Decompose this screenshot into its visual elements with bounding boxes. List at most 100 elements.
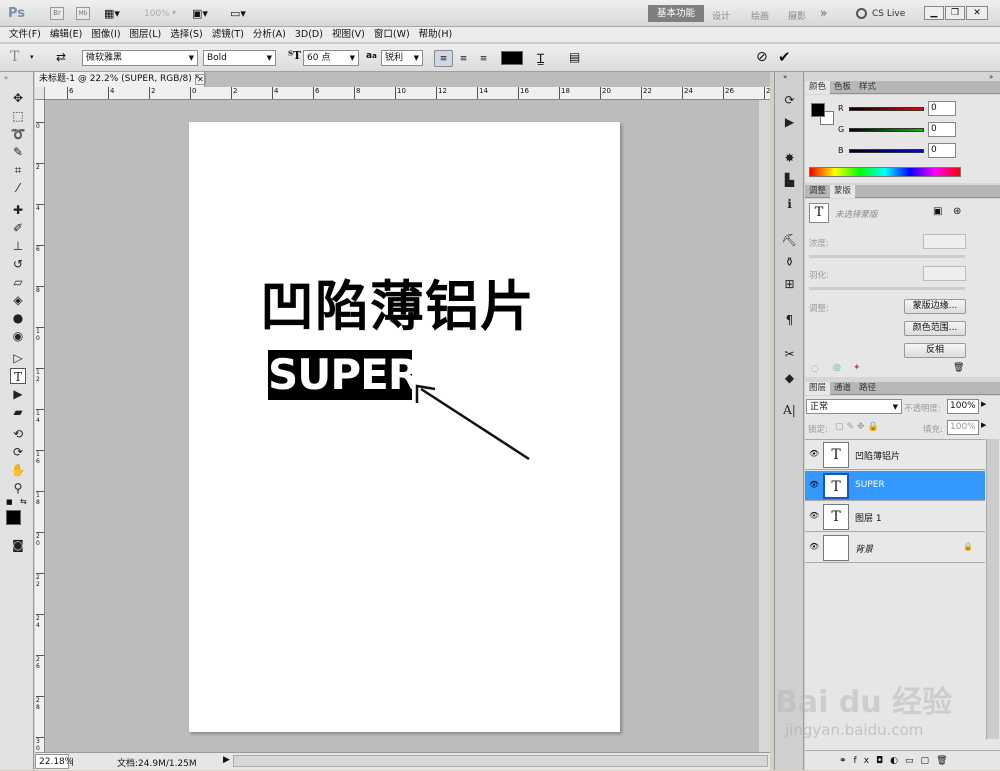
menu-edit[interactable]: 编辑(E) (50, 27, 82, 42)
eraser-tool-icon[interactable]: ▱ (10, 274, 26, 290)
visibility-eye-icon[interactable]: 👁 (809, 512, 819, 520)
toolbox-collapse-icon[interactable]: » (4, 74, 8, 82)
shape-tool-icon[interactable]: ▰ (10, 404, 26, 420)
minibridge-icon[interactable]: Mb (76, 7, 90, 20)
quick-mask-icon[interactable]: ◙ (10, 537, 26, 553)
mask-edge-button[interactable]: 蒙版边缘... (904, 299, 966, 314)
load-selection-icon[interactable]: ◌ (811, 364, 819, 374)
font-style-select[interactable]: Bold ▼ (203, 50, 276, 66)
canvas-page[interactable]: 凹陷薄铝片 SUPER (189, 122, 620, 732)
crop-tool-icon[interactable]: ⌗ (10, 162, 26, 178)
type-panel-icon[interactable]: A| (781, 402, 798, 419)
font-family-select[interactable]: 微软雅黑 ▼ (82, 50, 198, 66)
tab-color[interactable]: 颜色 (805, 81, 831, 94)
lock-icons[interactable]: ▢✎✥🔒 (835, 422, 882, 432)
screen-mode-icon[interactable]: ▭▾ (230, 7, 254, 20)
navigator-panel-icon[interactable]: ✸ (781, 150, 798, 167)
align-center-button[interactable]: ≡ (454, 50, 473, 67)
dodge-tool-icon[interactable]: ◉ (10, 328, 26, 344)
tab-paths[interactable]: 路径 (855, 382, 880, 395)
add-mask-icon[interactable]: ◘ (876, 756, 890, 766)
delete-mask-icon[interactable]: 🗑 (953, 363, 964, 373)
cslive-button[interactable]: CS Live (872, 9, 905, 19)
commit-edit-icon[interactable]: ✔ (778, 48, 791, 66)
delete-layer-icon[interactable]: 🗑 (936, 756, 954, 766)
quick-selection-tool-icon[interactable]: ✎ (10, 144, 26, 160)
vector-mask-icon[interactable]: ⊛ (953, 206, 961, 217)
fg-color-chip[interactable] (811, 103, 825, 117)
tab-layers[interactable]: 图层 (805, 382, 831, 395)
align-left-button[interactable]: ≡ (434, 50, 453, 67)
menu-layer[interactable]: 图层(L) (130, 27, 162, 42)
workspace-painting-button[interactable]: 绘画 (751, 9, 769, 22)
history-brush-tool-icon[interactable]: ↺ (10, 256, 26, 272)
blur-tool-icon[interactable]: ● (10, 310, 26, 326)
channel-b-input[interactable]: 0 (928, 143, 956, 158)
channel-g-input[interactable]: 0 (928, 122, 956, 137)
headline-text[interactable]: 凹陷薄铝片 (260, 277, 535, 337)
more-workspaces-button[interactable]: » (820, 6, 827, 20)
layer-row[interactable]: 👁 背景 🔒 (805, 533, 985, 563)
pixel-mask-icon[interactable]: ▣ (933, 206, 942, 217)
text-color-swatch[interactable] (501, 51, 523, 65)
link-layers-icon[interactable]: ⚭ (839, 756, 854, 766)
group-icon[interactable]: ▭ (905, 756, 921, 766)
visibility-eye-icon[interactable]: 👁 (809, 543, 819, 551)
invert-button[interactable]: 反相 (904, 343, 966, 358)
move-tool-icon[interactable]: ✥ (10, 90, 26, 106)
cancel-edit-icon[interactable]: ⊘ (756, 49, 768, 65)
blend-mode-select[interactable]: 正常 ▼ (806, 399, 902, 414)
3d-panel-icon[interactable]: ◆ (781, 370, 798, 387)
channel-r-slider[interactable] (849, 107, 924, 111)
density-input[interactable] (923, 234, 966, 249)
layer-name[interactable]: SUPER (855, 480, 885, 490)
minimize-button[interactable]: ▁ (924, 6, 944, 20)
align-right-button[interactable]: ≡ (474, 50, 493, 67)
hand-tool-icon[interactable]: ✋ (10, 462, 26, 478)
visibility-eye-icon[interactable]: 👁 (809, 450, 819, 458)
type-tool-preset-icon[interactable]: T (10, 49, 19, 65)
channel-g-slider[interactable] (849, 128, 924, 132)
character-styles-panel-icon[interactable]: ✂ (781, 346, 798, 363)
menu-view[interactable]: 视图(V) (332, 27, 365, 42)
tab-styles[interactable]: 样式 (855, 81, 880, 94)
close-button[interactable]: ✕ (966, 6, 988, 20)
panel-collapse-icon[interactable]: » (989, 73, 993, 81)
menu-window[interactable]: 窗口(W) (374, 27, 410, 42)
horizontal-scrollbar[interactable] (233, 755, 768, 767)
feather-input[interactable] (923, 266, 966, 281)
status-menu-icon[interactable]: ▶ (223, 755, 230, 765)
color-range-button[interactable]: 颜色范围... (904, 321, 966, 336)
workspace-design-button[interactable]: 设计 (712, 9, 730, 22)
layer-style-icon[interactable]: fx (854, 756, 877, 766)
dock-collapse-icon[interactable]: » (783, 73, 787, 81)
layer-row-selected[interactable]: 👁 T SUPER (805, 471, 985, 501)
zoom-caret-icon[interactable]: ▾ (172, 8, 176, 17)
layer-name[interactable]: 背景 (855, 542, 873, 555)
layer-row[interactable]: 👁 T 凹陷薄铝片 (805, 440, 985, 470)
history-panel-icon[interactable]: ⟳ (781, 92, 798, 109)
default-colors-icon[interactable]: ■ (6, 498, 13, 506)
new-layer-icon[interactable]: ▢ (921, 756, 937, 766)
opacity-menu-icon[interactable]: ▶ (981, 400, 986, 408)
histogram-panel-icon[interactable]: ▙ (781, 172, 798, 189)
antialias-select[interactable]: 锐利 ▼ (381, 50, 423, 66)
swap-colors-icon[interactable]: ⇆ (20, 497, 27, 506)
workspace-essentials-button[interactable]: 基本功能 (648, 5, 704, 22)
visibility-eye-icon[interactable]: 👁 (809, 481, 819, 489)
warp-text-icon[interactable]: Ɪ̲ (537, 49, 544, 67)
opacity-input[interactable]: 100% (947, 399, 979, 414)
menu-analysis[interactable]: 分析(A) (253, 27, 286, 42)
menu-select[interactable]: 选择(S) (170, 27, 202, 42)
zoom-tool-icon[interactable]: ⚲ (10, 480, 26, 496)
type-tool-icon[interactable]: T (10, 368, 26, 384)
vertical-scrollbar[interactable] (759, 100, 770, 752)
density-slider[interactable] (809, 255, 965, 258)
paint-bucket-tool-icon[interactable]: ◈ (10, 292, 26, 308)
menu-file[interactable]: 文件(F) (9, 27, 41, 42)
tab-channels[interactable]: 通道 (830, 382, 855, 395)
3d-orbit-tool-icon[interactable]: ⟳ (10, 444, 26, 460)
layers-scrollbar[interactable] (986, 439, 999, 739)
channel-r-input[interactable]: 0 (928, 101, 956, 116)
clone-stamp-tool-icon[interactable]: ⊥ (10, 238, 26, 254)
